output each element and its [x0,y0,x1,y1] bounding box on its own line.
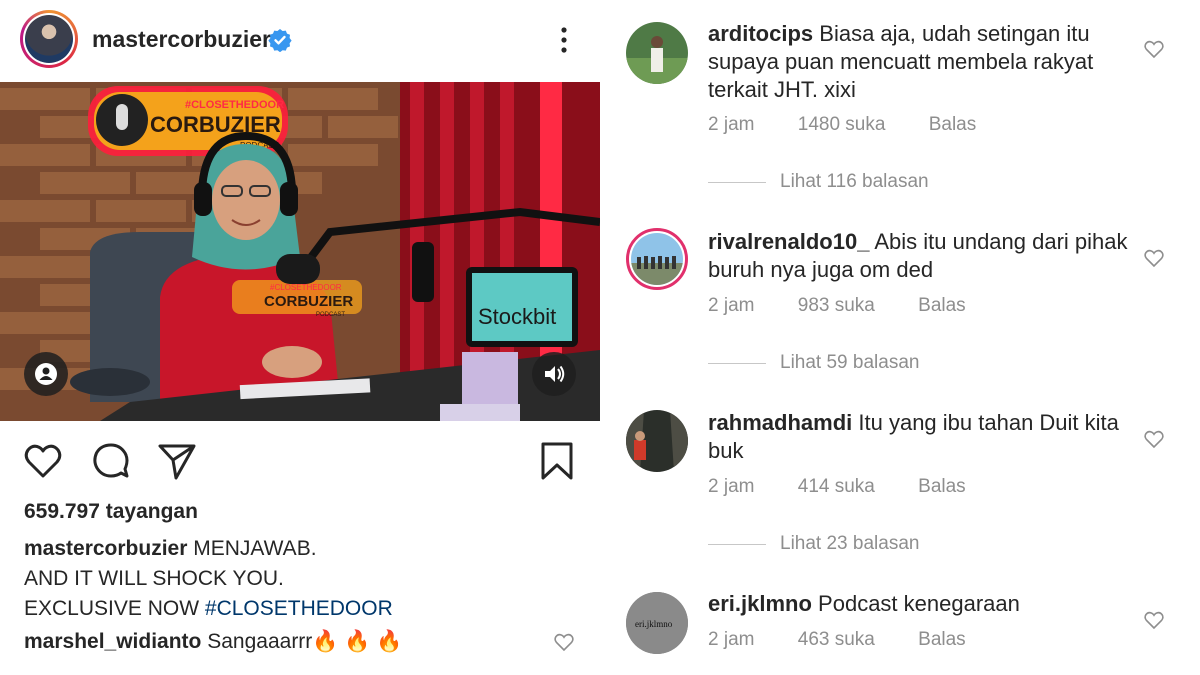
shirt-logo-sub: PODCAST [316,312,345,318]
sign-hashtag: #CLOSETHEDOOR [185,99,284,111]
comment-text: eri.jklmno Podcast kenegaraan [708,590,1128,618]
comment-time: 2 jam [708,114,755,135]
replies-divider [708,181,766,183]
caption-hashtag[interactable]: #CLOSETHEDOOR [205,597,393,620]
comment-like-icon[interactable] [1143,247,1165,269]
comment-username[interactable]: arditocips [708,21,813,46]
comment-avatar[interactable] [626,410,688,472]
preview-comment-username[interactable]: marshel_widianto [24,630,201,653]
comment-username[interactable]: rahmadhamdi [708,410,852,435]
comment-bubble-icon[interactable] [90,440,132,482]
comment-text: rivalrenaldo10_ Abis itu undang dari pih… [708,228,1128,284]
caption-line-2: AND IT WILL SHOCK YOU. [24,567,284,590]
comment-avatar[interactable]: eri.jklmno [626,592,688,654]
comment-avatar-image: eri.jklmno [626,592,688,654]
like-heart-icon[interactable] [22,440,64,482]
bookmark-save-icon[interactable] [536,440,578,482]
comment-like-icon[interactable] [1143,38,1165,60]
caption-line-1: MENJAWAB. [193,537,317,560]
share-send-icon[interactable] [156,440,198,482]
view-replies-link[interactable]: Lihat 116 balasan [708,171,929,193]
tagged-people-button[interactable] [24,352,68,396]
view-replies-label[interactable]: Lihat 59 balasan [780,352,919,374]
comment-reply-button[interactable]: Balas [918,476,966,497]
comment-likes[interactable]: 463 suka [798,629,875,650]
sound-toggle-button[interactable] [532,352,576,396]
comment-likes[interactable]: 414 suka [798,476,875,497]
view-replies-link[interactable]: Lihat 59 balasan [708,352,919,374]
view-replies-link[interactable]: Lihat 23 balasan [708,533,919,555]
video-frame: #CLOSETHEDOOR CORBUZIER PODCAST #CLOSETH… [0,82,600,421]
comment-meta: 2 jam 983 suka Balas [708,295,1004,317]
preview-comment-like-icon[interactable] [553,631,575,653]
preview-comment: marshel_widianto Sangaaarrr🔥 🔥 🔥 [24,630,402,654]
view-replies-label[interactable]: Lihat 116 balasan [780,171,929,193]
post-panel: mastercorbuzier #CLOSETHEDOOR CORBUZIER … [0,0,600,675]
comments-panel: arditocips Biasa aja, udah setingan itu … [600,0,1200,675]
post-caption: mastercorbuzier MENJAWAB. AND IT WILL SH… [24,534,584,624]
more-vertical-icon[interactable] [552,22,576,58]
comment-text: rahmadhamdi Itu yang ibu tahan Duit kita… [708,409,1128,465]
view-count: 659.797 tayangan [24,500,198,523]
comment-avatar[interactable] [626,22,688,84]
post-header: mastercorbuzier [0,0,600,82]
replies-divider [708,543,766,545]
post-actions [0,430,600,490]
volume-icon [545,365,565,383]
comment-body: Podcast kenegaraan [818,591,1020,616]
author-username[interactable]: mastercorbuzier [92,26,271,53]
caption-username[interactable]: mastercorbuzier [24,537,187,560]
comment-time: 2 jam [708,295,755,316]
comment-like-icon[interactable] [1143,428,1165,450]
comment-time: 2 jam [708,476,755,497]
laptop-brand: Stockbit [478,304,556,329]
comment-avatar-image [626,410,688,472]
comment-likes[interactable]: 1480 suka [798,114,886,135]
shirt-logo-hashtag: #CLOSETHEDOOR [270,283,342,292]
comment-reply-button[interactable]: Balas [929,114,977,135]
comment-time: 2 jam [708,629,755,650]
comment-avatar-image [626,22,688,84]
comment-like-icon[interactable] [1143,609,1165,631]
comment-reply-button[interactable]: Balas [918,295,966,316]
view-replies-label[interactable]: Lihat 23 balasan [780,533,919,555]
shirt-logo-title: CORBUZIER [264,293,353,310]
comment-username[interactable]: eri.jklmno [708,591,812,616]
user-icon [35,363,57,385]
comment-avatar[interactable] [626,228,688,290]
sign-title: CORBUZIER [150,112,281,137]
verified-badge-icon [268,29,292,52]
author-avatar[interactable] [20,10,78,68]
preview-comment-text: Sangaaarrr🔥 🔥 🔥 [207,630,403,653]
comment-meta: 2 jam 414 suka Balas [708,476,1004,498]
avatar-wordmark: eri.jklmno [635,619,673,629]
comment-meta: 2 jam 1480 suka Balas [708,114,1014,136]
comment-avatar-image [631,233,683,285]
comment-text: arditocips Biasa aja, udah setingan itu … [708,20,1128,104]
caption-line-3: EXCLUSIVE NOW [24,597,200,620]
post-video[interactable]: #CLOSETHEDOOR CORBUZIER PODCAST #CLOSETH… [0,82,600,421]
replies-divider [708,362,766,364]
comment-username[interactable]: rivalrenaldo10_ [708,229,869,254]
comment-meta: 2 jam 463 suka Balas [708,629,1004,651]
comment-reply-button[interactable]: Balas [918,629,966,650]
comment-likes[interactable]: 983 suka [798,295,875,316]
